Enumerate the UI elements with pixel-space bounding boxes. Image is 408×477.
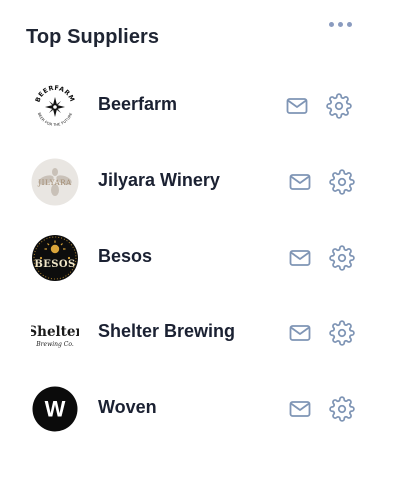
top-suppliers-widget: Top Suppliers BEERFARM BEER FOR THE FUTU… [0, 0, 408, 477]
mail-button[interactable] [286, 319, 314, 347]
mail-icon [289, 250, 311, 266]
gear-icon [329, 169, 355, 195]
settings-button[interactable] [328, 319, 356, 347]
supplier-row-shelter-brewing[interactable]: Shelter Brewing Co. Shelter Brewing [0, 302, 408, 362]
mail-icon [289, 401, 311, 417]
dot [346, 21, 352, 27]
gear-icon [329, 320, 355, 346]
settings-button[interactable] [328, 168, 356, 196]
settings-button[interactable] [325, 92, 353, 120]
dot [328, 21, 334, 27]
supplier-name[interactable]: Jilyara Winery [98, 170, 220, 191]
mail-button[interactable] [286, 244, 314, 272]
more-options-icon[interactable] [322, 15, 358, 33]
settings-button[interactable] [328, 244, 356, 272]
besos-logo: BESOS [31, 234, 79, 282]
supplier-row-besos[interactable]: BESOS Besos [0, 227, 408, 287]
supplier-row-jilyara-winery[interactable]: JILYARA Jilyara Winery [0, 151, 408, 211]
gear-icon [329, 396, 355, 422]
svg-text:JILYARA: JILYARA [37, 178, 72, 187]
mail-button[interactable] [286, 395, 314, 423]
gear-icon [326, 93, 352, 119]
svg-text:W: W [45, 397, 66, 422]
supplier-name[interactable]: Besos [98, 246, 152, 267]
supplier-name[interactable]: Woven [98, 397, 157, 418]
mail-icon [286, 98, 308, 114]
supplier-name[interactable]: Beerfarm [98, 94, 177, 115]
mail-icon [289, 325, 311, 341]
woven-logo: W [31, 385, 79, 433]
settings-button[interactable] [328, 395, 356, 423]
svg-text:Brewing Co.: Brewing Co. [35, 341, 74, 348]
shelter-brewing-logo: Shelter Brewing Co. [31, 309, 79, 357]
dot [337, 21, 343, 27]
supplier-row-woven[interactable]: W Woven [0, 378, 408, 438]
mail-button[interactable] [286, 168, 314, 196]
beerfarm-logo: BEERFARM BEER FOR THE FUTURE [31, 82, 79, 130]
supplier-row-beerfarm[interactable]: BEERFARM BEER FOR THE FUTURE Beerfarm [0, 75, 408, 135]
mail-button[interactable] [283, 92, 311, 120]
svg-text:BESOS: BESOS [34, 259, 75, 270]
gear-icon [329, 245, 355, 271]
jilyara-winery-logo: JILYARA [31, 158, 79, 206]
mail-icon [289, 174, 311, 190]
svg-text:Shelter: Shelter [31, 324, 79, 340]
widget-title: Top Suppliers [26, 26, 160, 48]
supplier-name[interactable]: Shelter Brewing [98, 321, 235, 342]
